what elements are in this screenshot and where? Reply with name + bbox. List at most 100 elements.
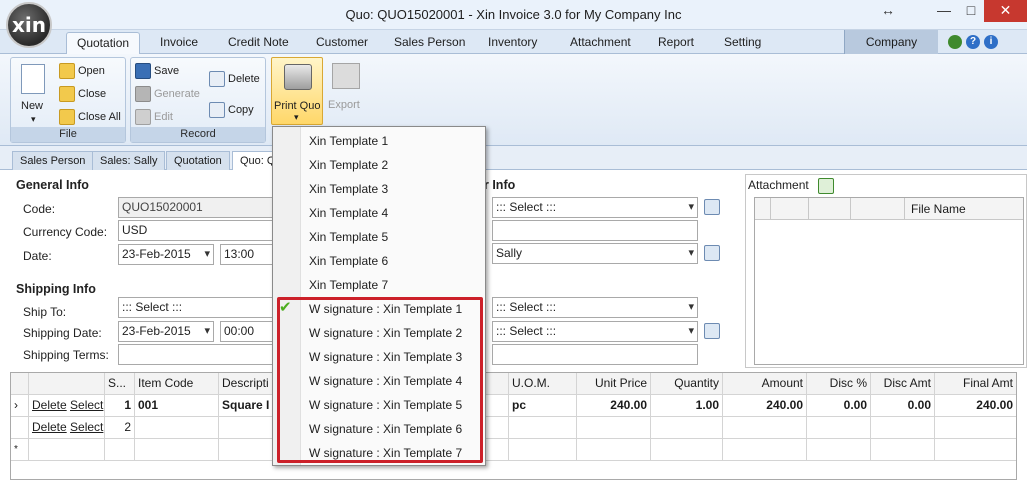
menu-item-w-signature-6[interactable]: W signature : Xin Template 6 — [273, 417, 485, 441]
maximize-button[interactable]: □ — [958, 0, 984, 22]
col-item-code[interactable]: Item Code — [135, 373, 219, 395]
menu-item-xin-template-7[interactable]: Xin Template 7 — [273, 273, 485, 297]
menu-item-w-signature-5[interactable]: W signature : Xin Template 5 — [273, 393, 485, 417]
export-button[interactable]: Export — [324, 57, 368, 125]
tab-sales-person[interactable]: Sales Person — [384, 32, 475, 54]
customer-select[interactable]: ::: Select ::: — [492, 197, 698, 218]
customer-detail-field[interactable] — [492, 220, 698, 241]
row-delete-link[interactable]: Delete — [32, 420, 67, 434]
shipping-time-field[interactable]: 00:00 — [220, 321, 274, 342]
tab-report[interactable]: Report — [648, 32, 704, 54]
export-label: Export — [328, 99, 360, 111]
help-icon[interactable]: ? — [966, 34, 980, 49]
cell-uom[interactable]: pc — [509, 395, 577, 417]
menu-item-w-signature-4[interactable]: W signature : Xin Template 4 — [273, 369, 485, 393]
date-picker[interactable]: 23-Feb-2015 — [118, 244, 214, 265]
menu-item-xin-template-6[interactable]: Xin Template 6 — [273, 249, 485, 273]
col-disc-pct[interactable]: Disc % — [807, 373, 871, 395]
open-button[interactable]: Open — [59, 63, 105, 79]
menu-item-xin-template-2[interactable]: Xin Template 2 — [273, 153, 485, 177]
edit-shipping-icon[interactable] — [704, 323, 720, 339]
sales-person-select[interactable]: Sally — [492, 243, 698, 264]
cell-disc-pct[interactable]: 0.00 — [807, 395, 871, 417]
new-button[interactable]: New — [21, 100, 43, 112]
cell-unit-price[interactable]: 240.00 — [577, 395, 651, 417]
app-logo[interactable]: xin — [6, 2, 52, 48]
delete-button[interactable]: Delete — [209, 71, 260, 87]
folder-close-all-icon — [59, 109, 75, 125]
print-dropdown-icon: ▾ — [294, 112, 299, 122]
row-select-link[interactable]: Select — [70, 420, 103, 434]
globe-icon[interactable] — [948, 34, 962, 49]
table-row[interactable]: Delete Select 2 — [11, 417, 1016, 439]
tab-setting[interactable]: Setting — [714, 32, 771, 54]
tab-customer[interactable]: Customer — [306, 32, 378, 54]
new-row[interactable]: * — [11, 439, 1016, 461]
row-delete-link[interactable]: Delete — [32, 398, 67, 412]
document-tabs: Sales Person Sales: Sally Quotation Quo:… — [0, 146, 1027, 171]
close-button[interactable]: ✕ — [984, 0, 1027, 22]
resize-icon[interactable]: ↔ — [876, 0, 900, 22]
tab-invoice[interactable]: Invoice — [150, 32, 208, 54]
save-button[interactable]: Save — [135, 63, 179, 79]
cell-amount[interactable]: 240.00 — [723, 395, 807, 417]
ship-select-right-1[interactable]: ::: Select ::: — [492, 297, 698, 318]
col-amount[interactable]: Amount — [723, 373, 807, 395]
currency-field[interactable]: USD — [118, 220, 274, 241]
menu-item-xin-template-5[interactable]: Xin Template 5 — [273, 225, 485, 249]
table-row[interactable]: › Delete Select 1 001 Square I pc 240.00… — [11, 395, 1016, 417]
edit-customer-icon[interactable] — [704, 199, 720, 215]
info-icon[interactable]: i — [984, 34, 998, 49]
col-seq[interactable]: S... — [105, 373, 135, 395]
cell-seq[interactable]: 1 — [105, 395, 135, 417]
shipping-date-picker[interactable]: 23-Feb-2015 — [118, 321, 214, 342]
minimize-button[interactable]: — — [930, 0, 958, 22]
copy-button[interactable]: Copy — [209, 102, 254, 118]
ship-detail-field[interactable] — [492, 344, 698, 365]
menu-item-w-signature-3[interactable]: W signature : Xin Template 3 — [273, 345, 485, 369]
tab-quotation[interactable]: Quotation — [66, 32, 141, 55]
menu-item-xin-template-3[interactable]: Xin Template 3 — [273, 177, 485, 201]
cell-item-code[interactable]: 001 — [135, 395, 219, 417]
code-field[interactable]: QUO15020001 — [118, 197, 274, 218]
save-icon — [135, 63, 151, 79]
add-attachment-icon[interactable] — [818, 178, 834, 194]
cell-final-amt[interactable]: 240.00 — [935, 395, 1016, 417]
cell-disc-amt[interactable]: 0.00 — [871, 395, 935, 417]
col-final-amt[interactable]: Final Amt — [935, 373, 1016, 395]
doc-tab-sales-sally[interactable]: Sales: Sally — [92, 151, 166, 170]
close-all-button[interactable]: Close All — [59, 109, 121, 125]
edit-sales-person-icon[interactable] — [704, 245, 720, 261]
row-select-link[interactable]: Select — [70, 398, 103, 412]
doc-tab-quotation[interactable]: Quotation — [166, 151, 230, 170]
time-field[interactable]: 13:00 — [220, 244, 274, 265]
doc-tab-sales-person[interactable]: Sales Person — [12, 151, 94, 170]
menu-item-w-signature-2[interactable]: W signature : Xin Template 2 — [273, 321, 485, 345]
shipping-terms-field[interactable] — [118, 344, 274, 365]
cell-seq[interactable]: 2 — [105, 417, 135, 439]
col-unit-price[interactable]: Unit Price — [577, 373, 651, 395]
cell-quantity[interactable]: 1.00 — [651, 395, 723, 417]
cell-description[interactable]: Square I — [219, 395, 273, 417]
menu-item-w-signature-1[interactable]: ✔ W signature : Xin Template 1 — [273, 297, 485, 321]
generate-icon — [135, 86, 151, 102]
col-uom[interactable]: U.O.M. — [509, 373, 577, 395]
new-dropdown-icon[interactable]: ▾ — [31, 114, 36, 125]
col-description[interactable]: Descripti — [219, 373, 273, 395]
col-quantity[interactable]: Quantity — [651, 373, 723, 395]
menu-item-xin-template-1[interactable]: Xin Template 1 — [273, 129, 485, 153]
edit-button[interactable]: Edit — [135, 109, 173, 125]
tab-inventory[interactable]: Inventory — [478, 32, 547, 54]
tab-company[interactable]: Company — [844, 30, 938, 54]
close-doc-button[interactable]: Close — [59, 86, 106, 102]
file-name-column-header[interactable]: File Name — [911, 202, 966, 216]
print-quo-button[interactable]: Print Quo ▾ — [271, 57, 323, 125]
ship-to-select[interactable]: ::: Select ::: — [118, 297, 274, 318]
menu-item-xin-template-4[interactable]: Xin Template 4 — [273, 201, 485, 225]
tab-credit-note[interactable]: Credit Note — [218, 32, 299, 54]
col-disc-amt[interactable]: Disc Amt — [871, 373, 935, 395]
ship-select-right-2[interactable]: ::: Select ::: — [492, 321, 698, 342]
menu-item-w-signature-7[interactable]: W signature : Xin Template 7 — [273, 441, 485, 465]
tab-attachment[interactable]: Attachment — [560, 32, 641, 54]
generate-button[interactable]: Generate — [135, 86, 200, 102]
